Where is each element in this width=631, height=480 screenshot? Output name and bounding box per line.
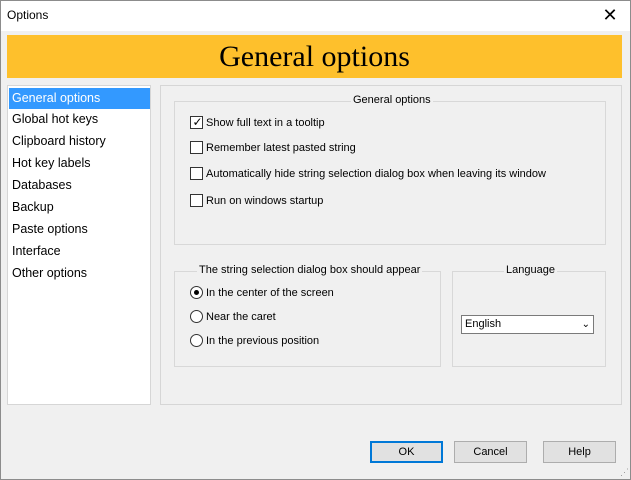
- sidebar-item-databases[interactable]: Databases: [9, 175, 150, 196]
- checkbox-label: Automatically hide string selection dial…: [206, 168, 546, 180]
- radio-dot: [194, 290, 199, 295]
- checkbox-box: ✓: [190, 115, 203, 129]
- radio-label: In the previous position: [206, 335, 320, 347]
- checkmark-icon: ✓: [192, 115, 203, 129]
- sidebar-item-interface[interactable]: Interface: [9, 241, 150, 262]
- language-group-title: Language: [504, 264, 557, 276]
- sidebar: General options Global hot keys Clipboar…: [7, 85, 151, 405]
- chevron-down-icon: ⌄: [581, 319, 590, 330]
- window-title: Options: [7, 8, 49, 22]
- cancel-button[interactable]: Cancel: [454, 441, 527, 463]
- resize-grip-icon[interactable]: ⋰: [620, 467, 629, 478]
- sidebar-item-paste-options[interactable]: Paste options: [9, 219, 150, 240]
- page-banner: General options: [7, 35, 622, 78]
- close-icon[interactable]: ✕: [590, 1, 630, 31]
- title-bar: Options ✕: [1, 1, 630, 31]
- page-title: General options: [219, 40, 410, 73]
- radio-circle: [190, 286, 203, 299]
- sidebar-item-other-options[interactable]: Other options: [9, 263, 150, 284]
- language-select-value: English: [465, 318, 502, 330]
- checkbox-label: Show full text in a tooltip: [206, 117, 325, 129]
- help-button[interactable]: Help: [543, 441, 616, 463]
- sidebar-item-global-hot-keys[interactable]: Global hot keys: [9, 109, 150, 130]
- language-select[interactable]: English ⌄: [461, 315, 594, 334]
- checkbox-label: Run on windows startup: [206, 195, 324, 207]
- radio-label: In the center of the screen: [206, 287, 334, 299]
- checkbox-box: [190, 194, 203, 207]
- radio-circle: [190, 334, 203, 347]
- sidebar-item-general-options[interactable]: General options: [9, 88, 150, 109]
- radio-label: Near the caret: [206, 311, 276, 323]
- ok-button[interactable]: OK: [370, 441, 443, 463]
- checkbox-label: Remember latest pasted string: [206, 142, 356, 154]
- sidebar-item-backup[interactable]: Backup: [9, 197, 150, 218]
- checkbox-box: [190, 141, 203, 154]
- general-options-group-title: General options: [351, 94, 433, 106]
- checkbox-box: [190, 167, 203, 180]
- dialog-position-group-title: The string selection dialog box should a…: [197, 264, 423, 276]
- sidebar-item-clipboard-history[interactable]: Clipboard history: [9, 131, 150, 152]
- sidebar-item-hot-key-labels[interactable]: Hot key labels: [9, 153, 150, 174]
- radio-circle: [190, 310, 203, 323]
